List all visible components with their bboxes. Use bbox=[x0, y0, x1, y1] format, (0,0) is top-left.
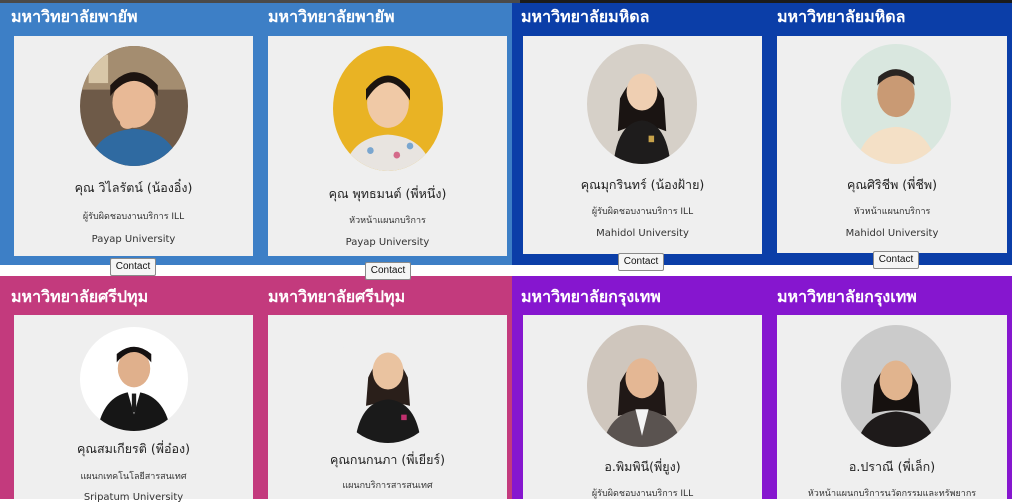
staff-name: อ.พิมพินี(พี่ยูง) bbox=[604, 459, 681, 474]
contact-button[interactable]: Contact bbox=[873, 251, 919, 269]
university-heading: มหาวิทยาลัยศรีปทุม bbox=[11, 287, 149, 306]
university-heading: มหาวิทยาลัยกรุงเทพ bbox=[777, 287, 917, 306]
staff-role: ผู้รับผิดชอบงานบริการ ILL bbox=[82, 212, 185, 222]
university-heading: มหาวิทยาลัยมหิดล bbox=[777, 7, 906, 26]
person-avatar-icon bbox=[80, 46, 188, 166]
staff-university: Sripatum University bbox=[83, 492, 184, 503]
staff-name: คุณ วิไลรัตน์ (น้องอิ๋ง) bbox=[74, 180, 193, 195]
staff-card: คุณมุกรินทร์ (น้องฝ้าย) ผู้รับผิดชอบงานบ… bbox=[523, 36, 762, 254]
staff-role: หัวหน้าแผนกบริการนวัตกรรมและทรัพยากร bbox=[807, 489, 977, 499]
contact-button[interactable]: Contact bbox=[110, 258, 156, 276]
staff-card: อ.พิมพินี(พี่ยูง) ผู้รับผิดชอบงานบริการ … bbox=[523, 315, 762, 499]
university-heading: มหาวิทยาลัยพายัพ bbox=[268, 7, 395, 26]
person-avatar-icon bbox=[841, 325, 951, 447]
person-avatar-icon bbox=[587, 325, 697, 447]
staff-name: อ.ปราณี (พี่เล็ก) bbox=[848, 459, 936, 474]
person-avatar-icon bbox=[80, 327, 188, 431]
university-heading: มหาวิทยาลัยกรุงเทพ bbox=[521, 287, 661, 306]
person-avatar-icon bbox=[587, 44, 697, 164]
contact-button[interactable]: Contact bbox=[365, 262, 411, 280]
staff-card: คุณ พุทธมนต์ (พี่หนึ่ง) หัวหน้าแผนกบริกา… bbox=[268, 36, 507, 256]
staff-university: Payap University bbox=[345, 237, 430, 248]
person-avatar-icon bbox=[333, 323, 443, 443]
staff-role: หัวหน้าแผนกบริการ bbox=[853, 207, 931, 217]
staff-name: คุณสมเกียรติ (พี่อ๋อง) bbox=[77, 441, 190, 456]
person-avatar-icon bbox=[841, 44, 951, 164]
university-heading: มหาวิทยาลัยมหิดล bbox=[521, 7, 650, 26]
staff-university: Mahidol University bbox=[845, 228, 939, 239]
university-heading: มหาวิทยาลัยพายัพ bbox=[11, 7, 138, 26]
person-avatar-icon bbox=[333, 46, 443, 171]
staff-role: ผู้รับผิดชอบงานบริการ ILL bbox=[591, 489, 694, 499]
staff-card: อ.ปราณี (พี่เล็ก) หัวหน้าแผนกบริการนวัตก… bbox=[777, 315, 1007, 499]
contact-button[interactable]: Contact bbox=[618, 253, 664, 271]
staff-university: Payap University bbox=[91, 234, 176, 245]
staff-card: คุณศิริชีพ (พี่ชีพ) หัวหน้าแผนกบริการ Ma… bbox=[777, 36, 1007, 253]
staff-university: Mahidol University bbox=[596, 228, 689, 239]
staff-card: คุณ วิไลรัตน์ (น้องอิ๋ง) ผู้รับผิดชอบงาน… bbox=[14, 36, 253, 256]
staff-role: แผนกเทคโนโลยีสารสนเทศ bbox=[80, 472, 187, 482]
staff-card: คุณสมเกียรติ (พี่อ๋อง) แผนกเทคโนโลยีสารส… bbox=[14, 315, 253, 503]
staff-role: หัวหน้าแผนกบริการ bbox=[349, 216, 426, 226]
staff-role: ผู้รับผิดชอบงานบริการ ILL bbox=[591, 207, 694, 217]
staff-role: แผนกบริการสารสนเทศ bbox=[342, 481, 433, 491]
university-heading: มหาวิทยาลัยศรีปทุม bbox=[268, 287, 406, 306]
staff-name: คุณกนกนภา (พี่เยียร์) bbox=[329, 452, 446, 467]
staff-name: คุณศิริชีพ (พี่ชีพ) bbox=[846, 177, 938, 192]
staff-card: คุณกนกนภา (พี่เยียร์) แผนกบริการสารสนเทศ bbox=[268, 315, 507, 499]
staff-name: คุณ พุทธมนต์ (พี่หนึ่ง) bbox=[328, 186, 447, 201]
staff-name: คุณมุกรินทร์ (น้องฝ้าย) bbox=[580, 177, 705, 192]
